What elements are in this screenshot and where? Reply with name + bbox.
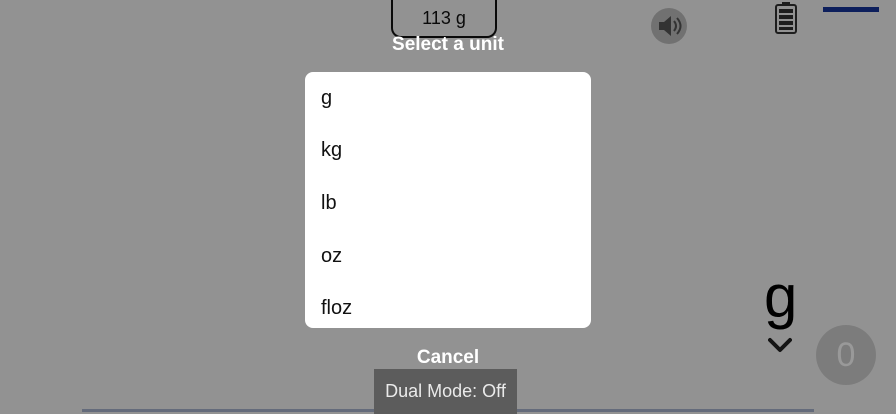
unit-option-oz[interactable]: oz [305,230,591,283]
cancel-button[interactable]: Cancel [398,346,498,370]
unit-option-g[interactable]: g [305,72,591,125]
unit-option-kg[interactable]: kg [305,125,591,178]
dual-mode-button[interactable]: Dual Mode: Off [374,369,517,414]
unit-option-floz[interactable]: floz [305,282,591,328]
picker-title: Select a unit [392,34,504,55]
unit-option-lb[interactable]: lb [305,177,591,230]
unit-picker-list: g kg lb oz floz [305,72,591,328]
